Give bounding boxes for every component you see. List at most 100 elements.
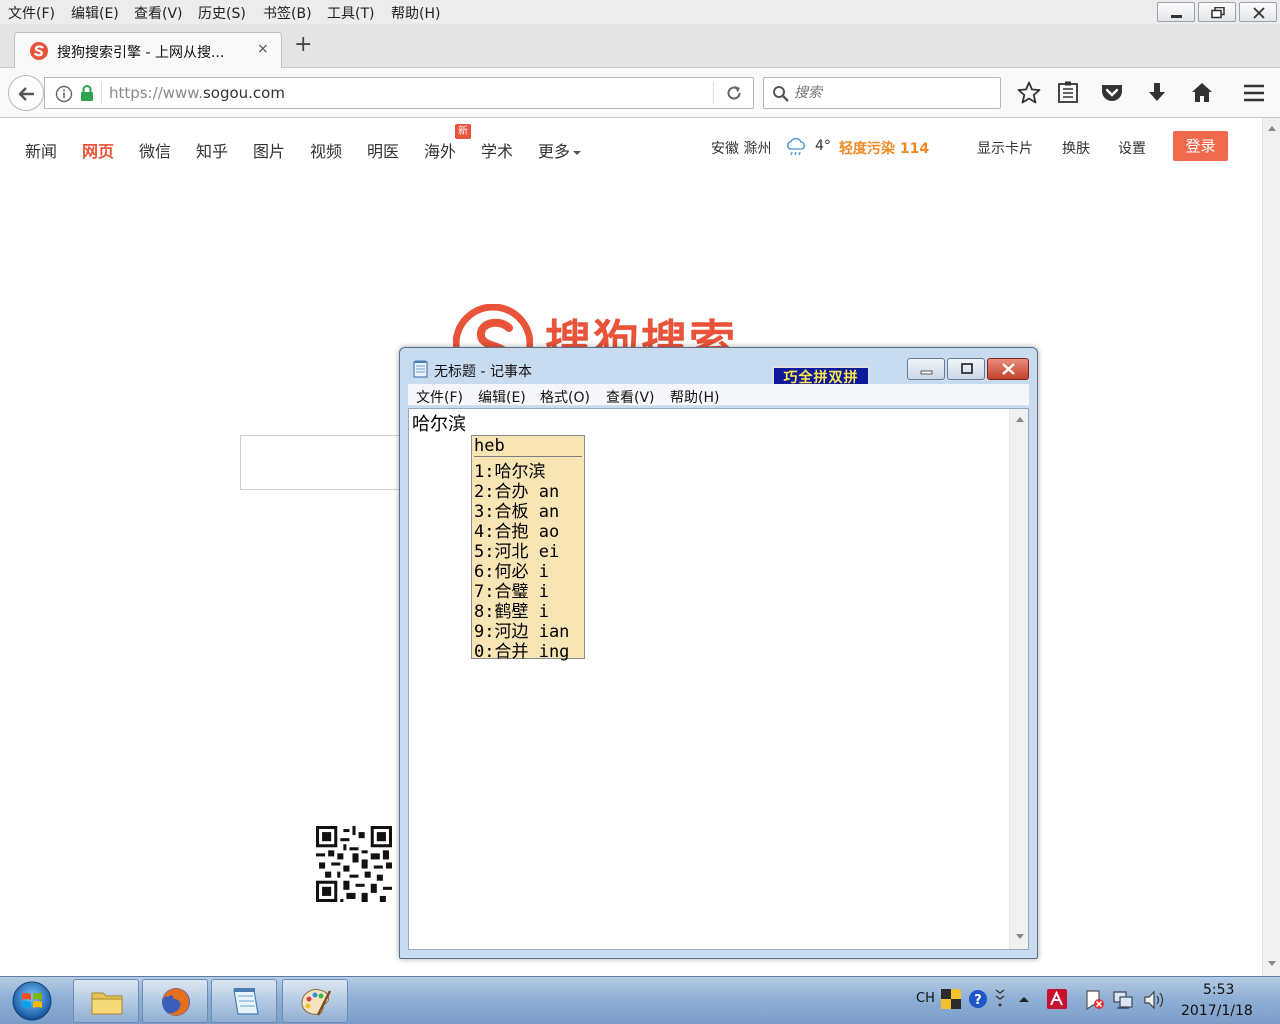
minimize-icon (1171, 15, 1182, 18)
url-scheme: https://www. (109, 84, 203, 102)
notepad-title: 无标题 - 记事本 (434, 364, 532, 380)
browser-menubar: 文件(F) 编辑(E) 查看(V) 历史(S) 书签(B) 工具(T) 帮助(H… (0, 0, 1280, 24)
weather-temperature: 4° (815, 138, 831, 154)
nav-video[interactable]: 视频 (310, 138, 342, 162)
hamburger-menu-icon[interactable] (1241, 80, 1267, 106)
scroll-down-icon[interactable] (1267, 960, 1277, 968)
new-badge: 新 (455, 124, 471, 139)
nav-web[interactable]: 网页 (82, 138, 114, 162)
ime-options-icon[interactable] (994, 987, 1006, 1009)
nav-overseas[interactable]: 海外 (424, 138, 456, 162)
air-quality[interactable]: 轻度污染 114 (839, 138, 929, 158)
caret-down-icon (573, 151, 582, 155)
login-button[interactable]: 登录 (1173, 131, 1228, 161)
minimize-button[interactable] (1157, 2, 1195, 22)
nav-images[interactable]: 图片 (253, 138, 285, 162)
scroll-down-icon[interactable] (1015, 933, 1025, 941)
menu-help[interactable]: 帮助(H) (391, 3, 440, 23)
taskbar-paint[interactable] (282, 979, 348, 1023)
taskbar-notepad[interactable] (211, 979, 277, 1023)
action-center-icon[interactable] (1084, 989, 1106, 1011)
firefox-icon (162, 988, 190, 1016)
tab-sogou[interactable]: 搜狗搜索引擎 - 上网从搜... × (14, 32, 282, 69)
tab-close-icon[interactable]: × (257, 41, 269, 57)
volume-icon[interactable] (1142, 989, 1166, 1011)
windows-start-icon[interactable] (8, 980, 56, 1022)
menu-bookmarks[interactable]: 书签(B) (263, 3, 312, 23)
scroll-up-icon[interactable] (1015, 415, 1025, 423)
reload-separator (713, 82, 714, 104)
np-menu-file[interactable]: 文件(F) (416, 387, 463, 407)
nav-zhihu[interactable]: 知乎 (196, 138, 228, 162)
nav-weixin[interactable]: 微信 (139, 138, 171, 162)
network-icon[interactable] (1112, 989, 1134, 1011)
restore-button[interactable] (1198, 2, 1236, 22)
menu-file[interactable]: 文件(F) (8, 3, 55, 23)
download-icon[interactable] (1144, 80, 1170, 106)
pocket-icon[interactable] (1099, 80, 1125, 106)
url-text[interactable]: https://www.sogou.com (109, 84, 285, 102)
ime-composition: heb (474, 436, 582, 457)
reading-list-icon[interactable] (1055, 80, 1081, 106)
sogou-favicon-icon (30, 42, 48, 60)
np-menu-help[interactable]: 帮助(H) (670, 387, 719, 407)
qr-code-image (316, 826, 392, 902)
np-menu-format[interactable]: 格式(O) (540, 387, 590, 407)
settings-link[interactable]: 设置 (1118, 138, 1146, 158)
info-icon[interactable] (55, 85, 73, 103)
ime-candidate-10[interactable]: 0:合并 ing (474, 637, 569, 662)
tab-title: 搜狗搜索引擎 - 上网从搜... (57, 45, 225, 61)
svg-text:?: ? (974, 993, 982, 1008)
clock-time[interactable]: 5:53 (1203, 982, 1234, 998)
np-menu-view[interactable]: 查看(V) (606, 387, 655, 407)
navigation-toolbar: https://www.sogou.com (0, 68, 1280, 118)
menu-tools[interactable]: 工具(T) (327, 3, 374, 23)
home-icon[interactable] (1189, 80, 1215, 106)
notepad-minimize-button[interactable] (907, 358, 945, 380)
url-host: sogou.com (202, 84, 285, 102)
close-window-button[interactable] (1239, 2, 1277, 22)
folder-icon (91, 992, 123, 1015)
menu-history[interactable]: 历史(S) (198, 3, 246, 23)
notepad-maximize-button[interactable] (947, 358, 985, 380)
taskbar-firefox[interactable] (142, 979, 208, 1023)
page-scrollbar[interactable] (1262, 118, 1280, 976)
tray-expand-icon[interactable] (1018, 995, 1030, 1003)
notepad-icon (233, 988, 259, 1015)
menu-edit[interactable]: 编辑(E) (71, 3, 119, 23)
reload-icon[interactable] (725, 84, 743, 102)
paint-palette-icon (301, 989, 332, 1016)
help-icon[interactable]: ? (968, 989, 988, 1009)
nav-news[interactable]: 新闻 (25, 138, 57, 162)
clock-date[interactable]: 2017/1/18 (1181, 1003, 1253, 1019)
ime-tray-icon[interactable] (941, 989, 961, 1009)
nav-more-label: 更多 (538, 142, 571, 161)
notepad-close-button[interactable] (987, 358, 1029, 380)
nav-mingyi[interactable]: 明医 (367, 138, 399, 162)
windows-taskbar: CH ? (0, 976, 1280, 1024)
lock-icon (81, 85, 93, 101)
bookmark-star-icon[interactable] (1016, 80, 1042, 106)
new-tab-button[interactable]: + (294, 32, 312, 57)
close-icon (1002, 363, 1015, 375)
back-button[interactable] (8, 75, 44, 111)
maximize-icon (961, 363, 973, 374)
show-cards-link[interactable]: 显示卡片 (977, 138, 1033, 158)
notepad-scrollbar[interactable] (1009, 409, 1028, 949)
np-menu-edit[interactable]: 编辑(E) (478, 387, 526, 407)
search-input[interactable] (794, 83, 994, 103)
sogou-search-box[interactable] (240, 435, 420, 490)
arrow-left-icon (18, 87, 34, 101)
restore-icon (1211, 7, 1225, 19)
scroll-up-icon[interactable] (1267, 124, 1277, 132)
search-bar[interactable] (763, 77, 1001, 109)
language-indicator[interactable]: CH (916, 991, 935, 1006)
change-skin-link[interactable]: 换肤 (1062, 138, 1090, 158)
adobe-icon[interactable] (1047, 989, 1067, 1009)
url-bar[interactable]: https://www.sogou.com (44, 77, 754, 109)
menu-view[interactable]: 查看(V) (134, 3, 183, 23)
weather-location[interactable]: 安徽 滁州 (711, 138, 771, 158)
nav-more[interactable]: 更多 (538, 138, 582, 162)
nav-academic[interactable]: 学术 (481, 138, 513, 162)
taskbar-explorer[interactable] (73, 979, 139, 1023)
